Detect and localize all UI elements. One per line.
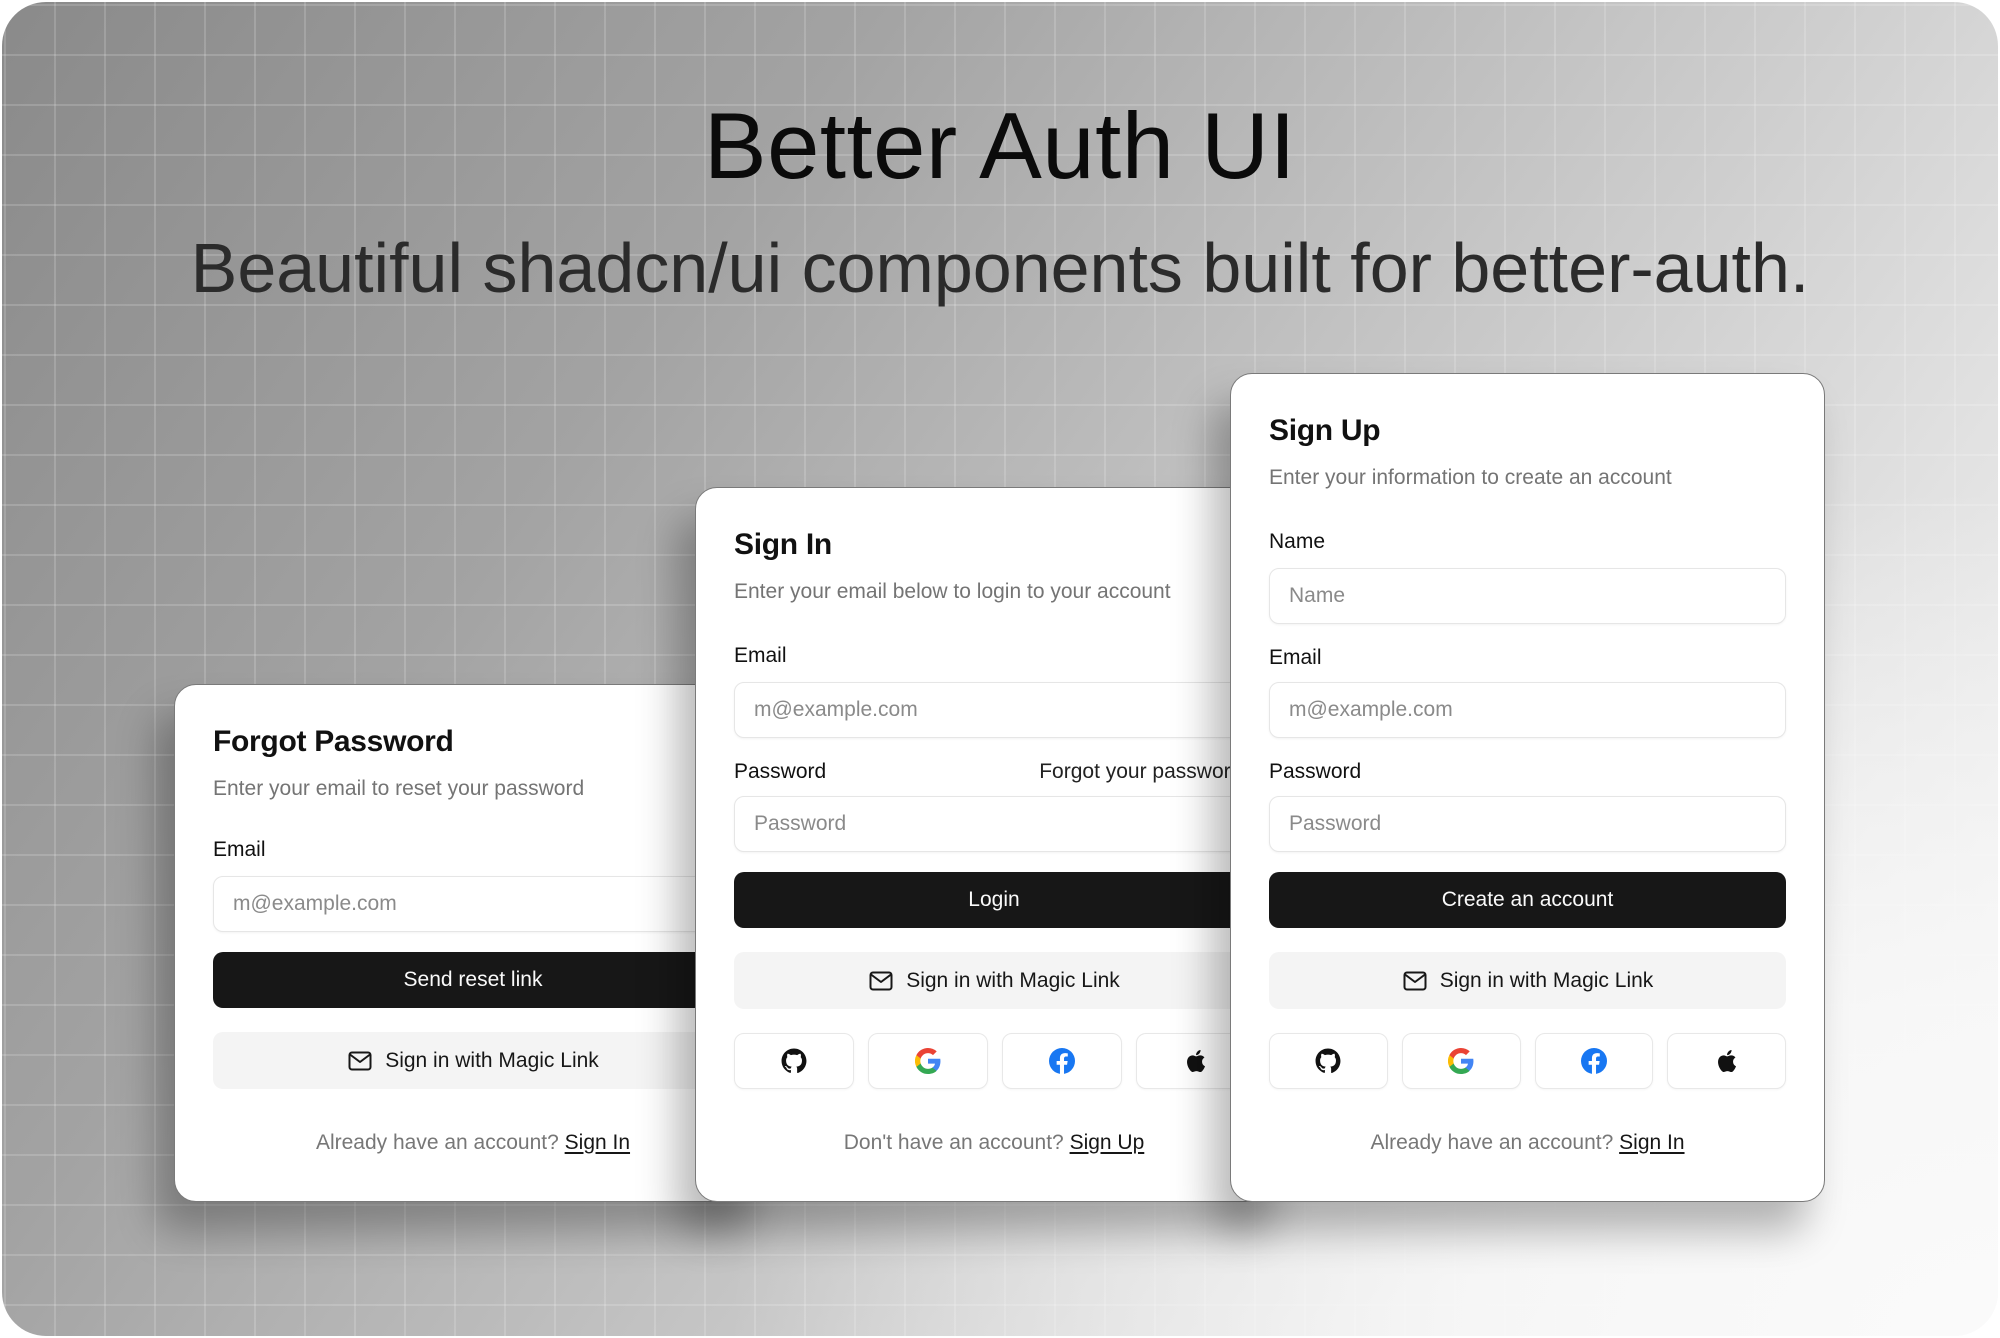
password-input[interactable] (734, 796, 1254, 852)
card-footer: Don't have an account? Sign Up (734, 1131, 1254, 1155)
github-login-button[interactable] (1269, 1033, 1388, 1089)
sign-in-card: Sign In Enter your email below to login … (695, 487, 1290, 1202)
name-input[interactable] (1269, 568, 1786, 624)
magic-link-button[interactable]: Sign in with Magic Link (213, 1032, 733, 1089)
google-icon (915, 1048, 941, 1074)
password-label: Password (734, 760, 827, 783)
forgot-password-link[interactable]: Forgot your password? (1039, 760, 1254, 784)
card-description: Enter your email below to login to your … (734, 580, 1171, 603)
name-label: Name (1269, 530, 1326, 553)
login-button[interactable]: Login (734, 872, 1254, 928)
social-login-row (1269, 1033, 1786, 1089)
facebook-login-button[interactable] (1002, 1033, 1122, 1089)
password-label: Password (1269, 760, 1362, 783)
magic-link-button[interactable]: Sign in with Magic Link (734, 952, 1254, 1009)
mail-icon (1402, 971, 1428, 991)
magic-link-button[interactable]: Sign in with Magic Link (1269, 952, 1786, 1009)
mail-icon (868, 971, 894, 991)
google-login-button[interactable] (1401, 1033, 1521, 1089)
email-input[interactable] (734, 682, 1254, 738)
card-title: Sign In (734, 528, 832, 561)
password-input[interactable] (1269, 796, 1786, 852)
facebook-login-button[interactable] (1534, 1033, 1654, 1089)
card-title: Sign Up (1269, 414, 1381, 447)
sign-up-link[interactable]: Sign Up (1070, 1131, 1145, 1154)
email-input[interactable] (1269, 682, 1786, 738)
mail-icon (347, 1051, 373, 1071)
button-label: Sign in with Magic Link (1439, 968, 1654, 992)
card-description: Enter your information to create an acco… (1269, 466, 1672, 489)
github-login-button[interactable] (734, 1033, 854, 1089)
footer-text: Don't have an account? (843, 1131, 1064, 1154)
button-label: Login (968, 888, 1020, 911)
google-login-button[interactable] (868, 1033, 988, 1089)
forgot-password-card: Forgot Password Enter your email to rese… (174, 684, 769, 1202)
hero-subtitle: Beautiful shadcn/ui components built for… (190, 229, 1810, 307)
button-label: Sign in with Magic Link (385, 1048, 599, 1072)
github-icon (781, 1048, 807, 1074)
email-label: Email (1269, 646, 1322, 669)
sign-in-link[interactable]: Sign In (565, 1131, 630, 1154)
footer-text: Already have an account? (1370, 1131, 1614, 1154)
github-icon (1315, 1048, 1341, 1074)
sign-in-link[interactable]: Sign In (1619, 1131, 1684, 1154)
card-title: Forgot Password (213, 725, 454, 758)
apple-icon (1183, 1048, 1209, 1074)
button-label: Create an account (1441, 888, 1614, 911)
card-footer: Already have an account? Sign In (213, 1131, 733, 1155)
card-description: Enter your email to reset your password (213, 777, 585, 800)
email-input[interactable] (213, 876, 768, 932)
button-label: Send reset link (403, 968, 543, 991)
button-label: Sign in with Magic Link (906, 968, 1120, 992)
create-account-button[interactable]: Create an account (1269, 872, 1786, 928)
facebook-icon (1581, 1048, 1607, 1074)
social-login-row (734, 1033, 1289, 1089)
card-footer: Already have an account? Sign In (1269, 1131, 1786, 1155)
email-label: Email (213, 838, 266, 861)
footer-text: Already have an account? (315, 1131, 559, 1154)
sign-up-card: Sign Up Enter your information to create… (1230, 373, 1825, 1202)
google-icon (1448, 1048, 1474, 1074)
email-label: Email (734, 644, 787, 667)
hero-title: Better Auth UI (703, 93, 1297, 198)
send-reset-link-button[interactable]: Send reset link (213, 952, 733, 1008)
apple-login-button[interactable] (1667, 1033, 1786, 1089)
apple-icon (1714, 1048, 1740, 1074)
facebook-icon (1049, 1048, 1075, 1074)
